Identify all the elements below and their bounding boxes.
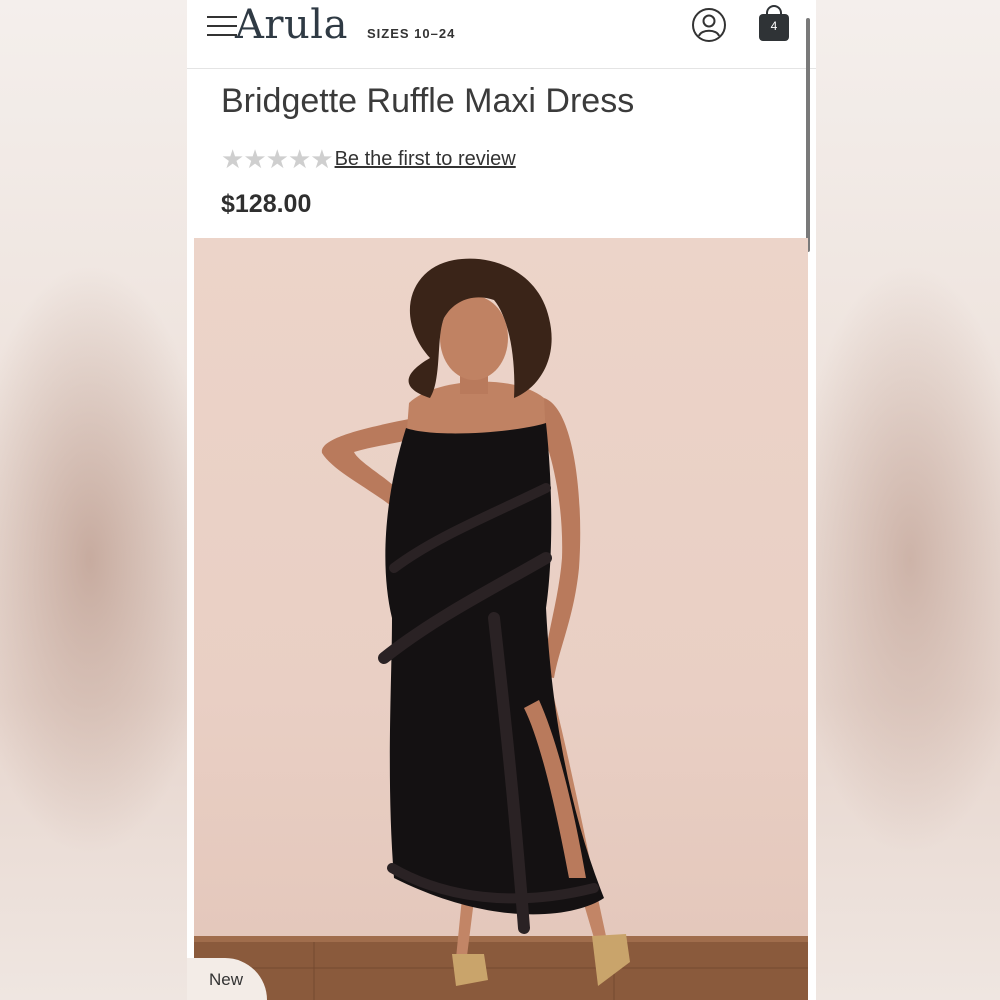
star-icon: ★ [221,144,245,174]
site-header: Arula SIZES 10–24 4 [187,0,816,69]
product-rating: ★ ★ ★ ★ ★ Be the first to review [221,144,516,174]
mobile-page: Arula SIZES 10–24 4 Bridgette Ruffle Max… [187,0,816,1000]
star-icon: ★ [243,144,267,174]
scrollbar-thumb[interactable] [806,18,810,252]
model-illustration [194,258,808,1000]
star-icon: ★ [310,144,334,174]
cart-count-badge: 4 [770,19,778,33]
menu-icon[interactable] [207,14,237,40]
brand-logo[interactable]: Arula [235,2,348,48]
product-title: Bridgette Ruffle Maxi Dress [221,82,635,120]
sizes-tagline: SIZES 10–24 [367,26,456,41]
account-icon[interactable] [691,7,727,43]
shopping-bag-icon[interactable]: 4 [757,5,791,43]
write-review-link[interactable]: Be the first to review [335,148,516,171]
product-price: $128.00 [221,190,312,218]
star-icon: ★ [265,144,289,174]
product-photo[interactable] [194,238,808,1000]
star-icon: ★ [287,144,312,174]
